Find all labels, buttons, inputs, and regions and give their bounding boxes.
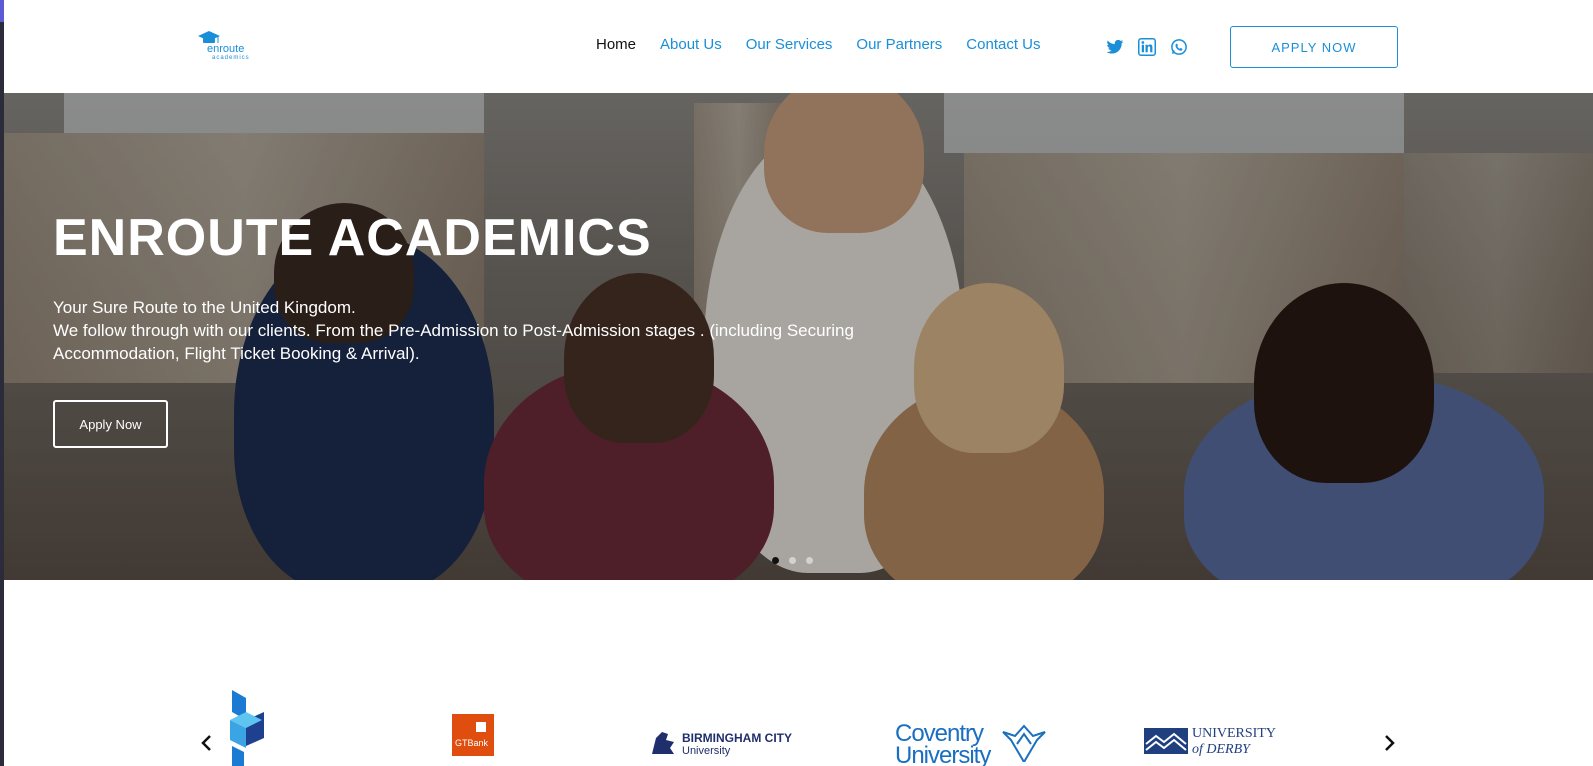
- hero-title: ENROUTE ACADEMICS: [53, 209, 652, 267]
- nav-home[interactable]: Home: [596, 36, 636, 53]
- social-links: [1106, 38, 1188, 56]
- hero-banner: ENROUTE ACADEMICS Your Sure Route to the…: [4, 93, 1593, 580]
- logo-wordmark: enroute: [207, 43, 245, 55]
- derby-hills-icon: [1144, 728, 1188, 754]
- derby-text: UNIVERSITY: [1192, 726, 1276, 741]
- site-header: enroute academics Home About Us Our Serv…: [4, 0, 1593, 93]
- coventry-sub: University: [895, 742, 991, 766]
- whatsapp-icon[interactable]: [1170, 38, 1188, 56]
- cube-logo-icon: [230, 690, 264, 766]
- gtbank-square: [476, 722, 486, 732]
- partner-logo-gtbank[interactable]: GTBank: [452, 714, 494, 756]
- chevron-right-icon: [1385, 735, 1395, 751]
- gtbank-text: GTBank: [455, 738, 489, 748]
- carousel-prev-arrow[interactable]: [200, 734, 214, 752]
- partner-logo-derby[interactable]: UNIVERSITY of DERBY: [1144, 726, 1294, 766]
- partner-logo-coventry[interactable]: Coventry University: [895, 720, 1047, 766]
- logo-tagline: academics: [212, 55, 250, 61]
- slider-dot[interactable]: [789, 557, 796, 564]
- partner-logo-birmingham-city[interactable]: BIRMINGHAM CITY University: [648, 726, 798, 766]
- linkedin-icon[interactable]: [1138, 38, 1156, 56]
- twitter-icon[interactable]: [1106, 38, 1124, 56]
- birmingham-city-sub: University: [682, 745, 731, 757]
- main-nav: Home About Us Our Services Our Partners …: [596, 36, 1065, 53]
- nav-our-services[interactable]: Our Services: [746, 36, 833, 53]
- window-edge: [0, 0, 4, 766]
- partners-carousel: GTBank BIRMINGHAM CITY University Covent…: [4, 580, 1593, 766]
- carousel-next-arrow[interactable]: [1382, 734, 1396, 752]
- nav-about-us[interactable]: About Us: [660, 36, 722, 53]
- nav-contact-us[interactable]: Contact Us: [966, 36, 1040, 53]
- partner-logo-cube[interactable]: [226, 690, 268, 766]
- hero-description: Your Sure Route to the United Kingdom. W…: [53, 296, 973, 365]
- window-edge-mark: [0, 0, 4, 22]
- site-logo[interactable]: enroute academics: [197, 30, 257, 66]
- phoenix-icon: [1002, 724, 1046, 762]
- slider-dot[interactable]: [772, 557, 779, 564]
- hero-tagline: Your Sure Route to the United Kingdom.: [53, 298, 356, 317]
- birmingham-city-text: BIRMINGHAM CITY: [682, 731, 792, 745]
- hero-text-line: We follow through with our clients. From…: [53, 321, 854, 340]
- lion-crest-icon: [652, 732, 674, 754]
- slider-dots: [772, 557, 813, 564]
- nav-our-partners[interactable]: Our Partners: [856, 36, 942, 53]
- slider-dot[interactable]: [806, 557, 813, 564]
- hero-apply-now-button[interactable]: Apply Now: [53, 400, 168, 448]
- chevron-left-icon: [201, 735, 211, 751]
- hero-text-line: Accommodation, Flight Ticket Booking & A…: [53, 344, 420, 363]
- apply-now-button[interactable]: APPLY NOW: [1230, 26, 1398, 68]
- derby-sub: of DERBY: [1192, 742, 1250, 757]
